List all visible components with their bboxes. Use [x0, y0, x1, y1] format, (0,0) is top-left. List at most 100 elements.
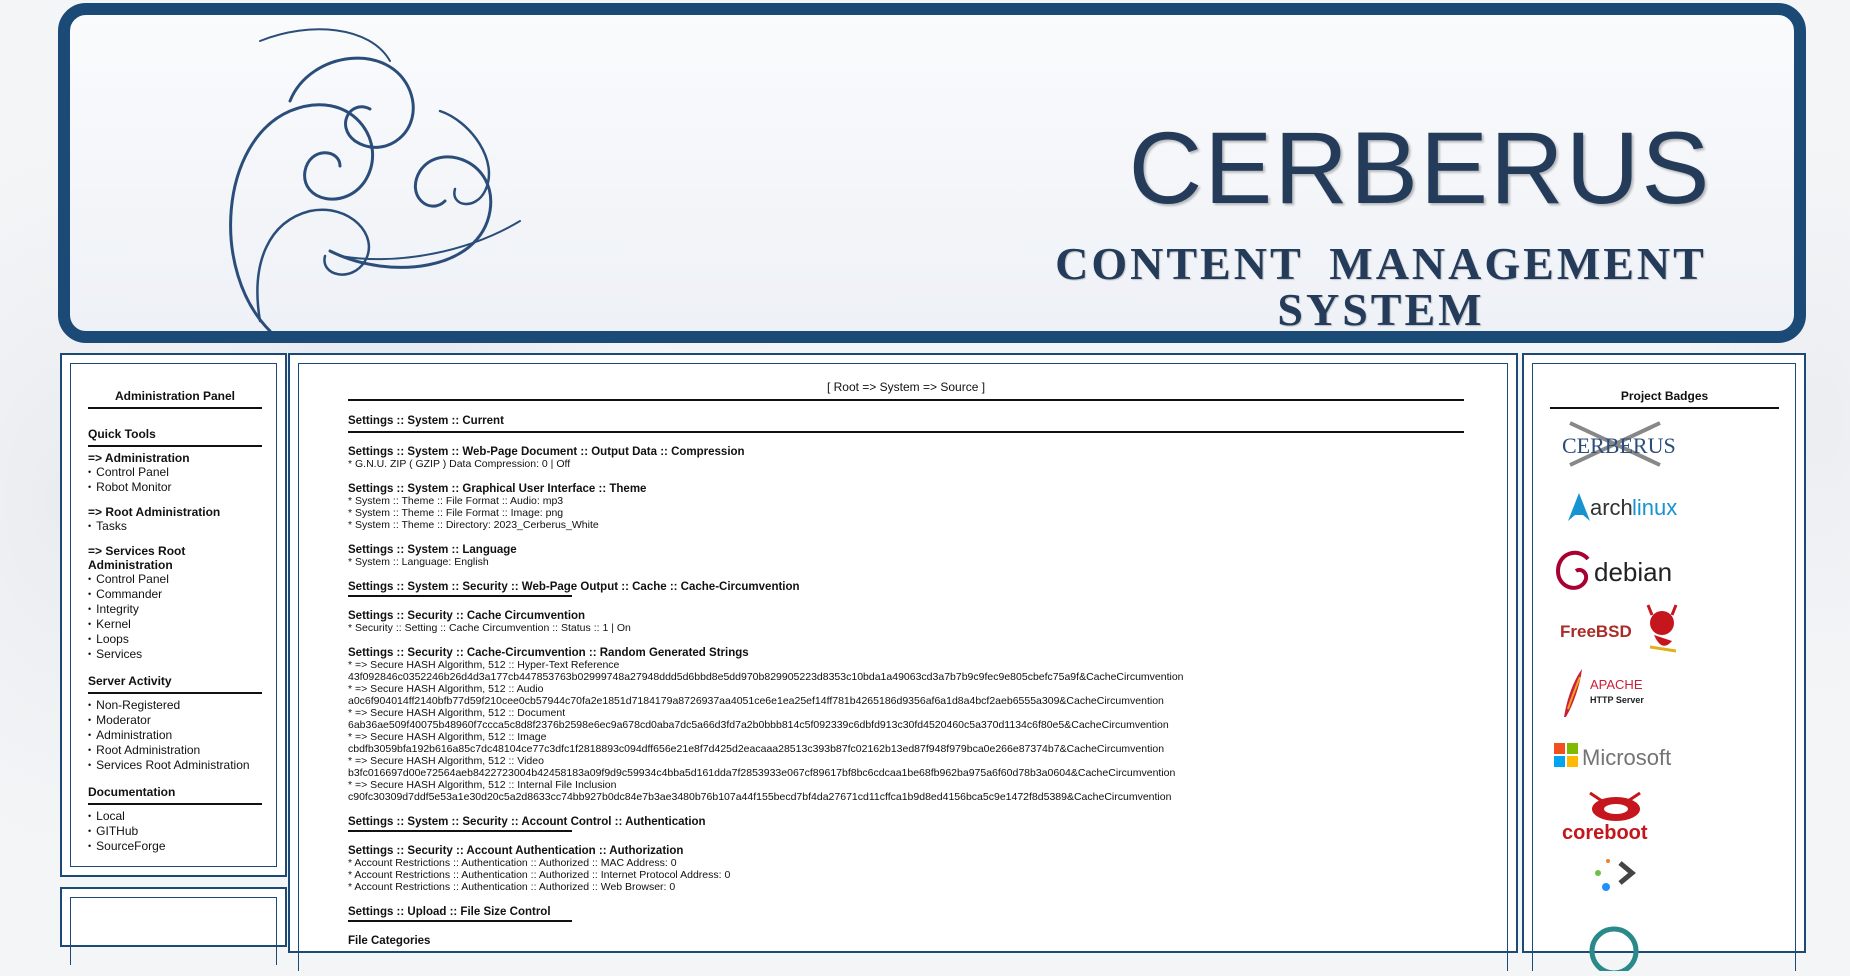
nav-item-sourceforge: • SourceForge: [88, 839, 262, 854]
archlinux-logo-icon: arch linux: [1568, 493, 1677, 521]
nav-item-moderator: • Moderator: [88, 713, 262, 728]
freebsd-badge[interactable]: FreeBSD: [1550, 601, 1779, 663]
nav-item-kernel: • Kernel: [88, 617, 262, 632]
quick-tools-heading: Quick Tools: [88, 427, 262, 447]
nav-link-root-administration[interactable]: Root Administration: [96, 743, 200, 757]
ring-logo-icon: [1589, 926, 1639, 976]
settings-line: 6ab36ae509f40075b48960f7ccca5c8d8f2376b2…: [348, 719, 1169, 731]
nav-link-sourceforge[interactable]: SourceForge: [96, 839, 165, 853]
nav-link-services[interactable]: Services: [96, 647, 142, 661]
nav-link-github[interactable]: GITHub: [96, 824, 138, 838]
settings-section: Settings :: Upload :: File Size Control: [348, 906, 1464, 922]
nav-item-services-root-administration: • Services Root Administration: [88, 758, 262, 773]
microsoft-badge-text: Microsoft: [1582, 745, 1671, 770]
settings-section: Settings :: System :: Security :: Web-Pa…: [348, 581, 1464, 597]
nav-link-moderator[interactable]: Moderator: [96, 713, 151, 727]
settings-section: File Categories: [348, 935, 1464, 947]
settings-section: Settings :: System :: Security :: Accoun…: [348, 816, 1464, 832]
settings-content: [ Root => System => Source ] Settings ::…: [348, 381, 1464, 947]
nav-link-robot-monitor[interactable]: Robot Monitor: [96, 480, 171, 494]
bullet-icon: •: [88, 634, 92, 644]
settings-section-heading: Settings :: Upload :: File Size Control: [348, 906, 572, 922]
settings-line: b3fc016697d00e72564aeb8422723004b4245818…: [348, 767, 1176, 779]
nav-link-services-root-administration[interactable]: Services Root Administration: [96, 758, 249, 772]
apache-badge[interactable]: APACHE HTTP Server: [1550, 663, 1779, 725]
settings-section-heading: Settings :: System :: Language: [348, 544, 517, 556]
bullet-icon: •: [88, 649, 92, 659]
breadcrumb: [ Root => System => Source ]: [348, 381, 1464, 401]
settings-line: * Account Restrictions :: Authentication…: [348, 881, 676, 893]
settings-section-heading: Settings :: System :: Graphical User Int…: [348, 483, 647, 495]
apache-feather-icon: APACHE HTTP Server: [1564, 669, 1644, 717]
settings-section: Settings :: Security :: Cache Circumvent…: [348, 610, 1464, 634]
bullet-icon: •: [88, 467, 92, 477]
settings-line: * G.N.U. ZIP ( GZIP ) Data Compression: …: [348, 458, 571, 470]
settings-current-section: Settings :: System :: Current: [348, 415, 1464, 433]
bullet-icon: •: [88, 700, 92, 710]
coreboot-rabbit-icon: coreboot: [1562, 791, 1648, 844]
nav-link-commander[interactable]: Commander: [96, 587, 162, 601]
nav-link-control-panel[interactable]: Control Panel: [96, 465, 169, 479]
documentation-heading: Documentation: [88, 785, 262, 805]
apache-badge-text-a: APACHE: [1590, 677, 1643, 692]
debian-swirl-icon: debian: [1555, 550, 1672, 590]
nav-link-control-panel[interactable]: Control Panel: [96, 572, 169, 586]
nav-item-non-registered: • Non-Registered: [88, 698, 262, 713]
bullet-icon: •: [88, 760, 92, 770]
cerberus-logo-icon: CERBERUS: [1562, 421, 1676, 467]
settings-blocks: Settings :: System :: Web-Page Document …: [348, 446, 1464, 947]
settings-line: * Security :: Setting :: Cache Circumven…: [348, 622, 631, 634]
nav-item-root-administration: • Root Administration: [88, 743, 262, 758]
admin-panel-heading: Administration Panel: [88, 389, 262, 409]
nav-link-tasks[interactable]: Tasks: [96, 519, 127, 533]
banner-title: CERBERUS: [1128, 111, 1712, 225]
bullet-icon: •: [88, 604, 92, 614]
nav-link-administration[interactable]: Administration: [96, 728, 172, 742]
settings-line: cbdfb3059bfa192b616a85c7dc48104ce77c3dfc…: [348, 743, 1165, 755]
nav-group-root-administration[interactable]: => Root Administration: [88, 505, 262, 519]
triskele-logo: [229, 28, 521, 331]
nav-link-loops[interactable]: Loops: [96, 632, 129, 646]
bullet-icon: •: [88, 715, 92, 725]
nav-group-services-root-administration[interactable]: => Services Root Administration: [88, 544, 262, 572]
nav-item-control-panel: • Control Panel: [88, 465, 262, 480]
nav-item-local: • Local: [88, 809, 262, 824]
administration-panel: Administration Panel Quick Tools => Admi…: [60, 353, 287, 877]
main-content-panel: [ Root => System => Source ] Settings ::…: [288, 353, 1518, 971]
nav-link-kernel[interactable]: Kernel: [96, 617, 131, 631]
banner-subtitle: CONTENT MANAGEMENT SYSTEM: [1055, 238, 1707, 335]
shell-badge[interactable]: [1550, 849, 1779, 911]
prompt-chevron-icon: [1595, 859, 1636, 891]
bullet-icon: •: [88, 811, 92, 821]
archlinux-badge[interactable]: arch linux: [1550, 477, 1779, 539]
server-activity-list: • Non-Registered • Moderator • Administration…: [88, 698, 262, 773]
settings-line: * Account Restrictions :: Authentication…: [348, 869, 731, 881]
secondary-side-panel: [60, 887, 287, 965]
nav-group-administration[interactable]: => Administration: [88, 451, 262, 465]
quick-tools-list: => Administration • Control Panel • Robot Mo…: [88, 451, 262, 662]
debian-badge-text: debian: [1594, 557, 1672, 587]
nav-item-tasks: • Tasks: [88, 519, 262, 534]
nav-link-integrity[interactable]: Integrity: [96, 602, 139, 616]
settings-section: Settings :: System :: Language * System :…: [348, 544, 1464, 568]
debian-badge[interactable]: debian: [1550, 539, 1779, 601]
admin-nav: Administration Panel Quick Tools => Admi…: [88, 389, 262, 854]
settings-section-heading: Settings :: Security :: Cache-Circumvent…: [348, 647, 749, 659]
coreboot-badge[interactable]: coreboot: [1550, 787, 1779, 849]
settings-section-heading: Settings :: System :: Web-Page Document …: [348, 446, 745, 458]
cerberus-badge-text: CERBERUS: [1562, 433, 1676, 458]
settings-section-heading: Settings :: Security :: Account Authenti…: [348, 845, 684, 857]
settings-line: * Account Restrictions :: Authentication…: [348, 857, 677, 869]
settings-line: 43f092846c0352246b26d4d3a177cb447853763b…: [348, 671, 1184, 683]
bullet-icon: •: [88, 521, 92, 531]
bullet-icon: •: [88, 730, 92, 740]
nav-link-non-registered[interactable]: Non-Registered: [96, 698, 180, 712]
ring-badge[interactable]: [1550, 911, 1779, 976]
freebsd-beastie-icon: FreeBSD: [1560, 604, 1678, 653]
coreboot-badge-text: coreboot: [1562, 822, 1648, 844]
cerberus-badge[interactable]: CERBERUS: [1550, 415, 1779, 477]
settings-section: Settings :: Security :: Account Authenti…: [348, 845, 1464, 893]
nav-link-local[interactable]: Local: [96, 809, 125, 823]
microsoft-badge[interactable]: Microsoft: [1550, 725, 1779, 787]
microsoft-logo-icon: Microsoft: [1554, 743, 1671, 770]
